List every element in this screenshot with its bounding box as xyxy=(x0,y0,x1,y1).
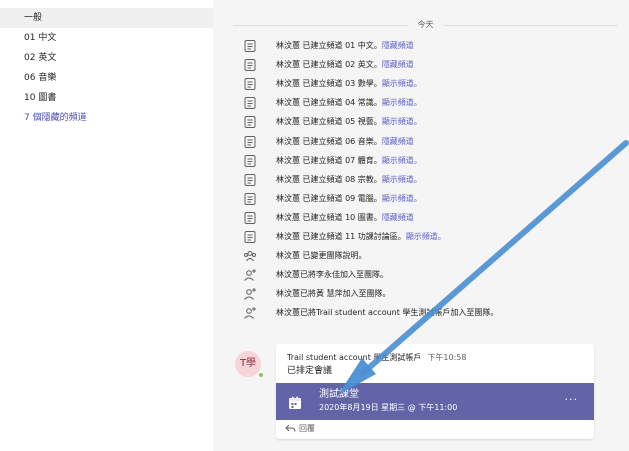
reply-label: 回覆 xyxy=(299,424,315,433)
meeting-message-card[interactable]: Trail student account 學生測試帳戶 下午10:58 已排定會… xyxy=(276,344,594,439)
channel-visibility-link[interactable]: 顯示頻道。 xyxy=(382,156,422,165)
system-message-body: 林汶蕙 已建立頻道 04 常識。 xyxy=(276,98,382,108)
system-message-text: 林汶蕙 已建立頻道 08 宗教。顯示頻道。 xyxy=(276,171,422,189)
system-message-text: 林汶蕙 已建立頻道 07 體育。顯示頻道。 xyxy=(276,152,422,170)
add-person-icon xyxy=(243,268,257,282)
system-message-body: 林汶蕙 已建立頻道 10 圖書。 xyxy=(276,212,382,222)
system-message-text: 林汶蕙 已建立頻道 03 數學。顯示頻道。 xyxy=(276,75,422,93)
calendar-icon xyxy=(288,395,302,409)
channel-item-general[interactable]: 一般 xyxy=(0,8,213,28)
channel-icon xyxy=(243,96,257,110)
channel-icon xyxy=(243,77,257,91)
channel-item-music[interactable]: 06 音樂 xyxy=(0,68,213,88)
system-message-body: 林汶蕙 已建立頻道 11 功課討論區。 xyxy=(276,232,406,241)
system-message-body: 林汶蕙 已建立頻道 08 宗教。 xyxy=(276,174,382,184)
system-message-body: 林汶蕙 已建立頻道 01 中文。 xyxy=(276,41,382,50)
message-subtitle: 已排定會議 xyxy=(287,366,333,376)
channel-icon xyxy=(243,115,257,129)
system-message-text: 林汶蕙已將李永佳加入至團隊。 xyxy=(276,266,388,284)
system-message-row: 林汶蕙 已變更團隊說明。 xyxy=(243,247,613,265)
presence-indicator xyxy=(257,371,265,379)
add-person-icon xyxy=(243,287,257,301)
system-message-text: 林汶蕙 已建立頻道 11 功課討論區。顯示頻道。 xyxy=(276,228,446,246)
channel-list: 一般 01 中文 02 英文 06 音樂 10 圖書 7 個隱藏的頻道 xyxy=(0,0,213,451)
channel-visibility-link[interactable]: 顯示頻道。 xyxy=(382,194,422,203)
system-message-body: 林汶蕙 已建立頻道 03 數學。 xyxy=(276,79,382,89)
system-message-row: 林汶蕙 已建立頻道 05 視藝。顯示頻道。 xyxy=(243,113,613,131)
more-options-button[interactable]: ··· xyxy=(565,393,579,407)
message-time: 下午10:58 xyxy=(427,353,467,362)
meeting-banner[interactable]: 測試課堂 2020年8月19日 星期三 @ 下午11:00 ··· xyxy=(276,383,594,420)
system-message-row: 林汶蕙 已建立頻道 11 功課討論區。顯示頻道。 xyxy=(243,228,613,246)
channel-visibility-link[interactable]: 顯示頻道。 xyxy=(382,117,422,126)
channel-icon xyxy=(243,173,257,187)
system-message-row: 林汶蕙 已建立頻道 04 常識。顯示頻道。 xyxy=(243,94,613,112)
system-message-text: 林汶蕙 已建立頻道 09 電腦。顯示頻道。 xyxy=(276,190,422,208)
team-icon xyxy=(243,249,257,263)
meeting-title[interactable]: 測試課堂 xyxy=(319,388,359,401)
system-message-row: 林汶蕙 已建立頻道 03 數學。顯示頻道。 xyxy=(243,75,613,93)
channel-visibility-link[interactable]: 隱藏頻道 xyxy=(382,137,414,146)
system-message-row: 林汶蕙 已建立頻道 10 圖書。隱藏頻道 xyxy=(243,209,613,227)
system-message-row: 林汶蕙 已建立頻道 01 中文。隱藏頻道 xyxy=(243,37,613,55)
message-header: Trail student account 學生測試帳戶 下午10:58 xyxy=(287,352,467,364)
add-person-icon xyxy=(243,306,257,320)
system-message-body: 林汶蕙 已建立頻道 09 電腦。 xyxy=(276,193,382,203)
system-message-row: 林汶蕙已將黃 慧萍加入至團隊。 xyxy=(243,285,613,303)
system-message-row: 林汶蕙已將李永佳加入至團隊。 xyxy=(243,266,613,284)
reply-icon xyxy=(285,424,296,432)
date-separator: 今天 xyxy=(233,19,618,31)
system-message-body: 林汶蕙 已建立頻道 05 視藝。 xyxy=(276,117,382,127)
system-message-text: 林汶蕙 已變更團隊說明。 xyxy=(276,247,367,265)
system-message-body: 林汶蕙已將李永佳加入至團隊。 xyxy=(276,270,388,280)
system-message-text: 林汶蕙 已建立頻道 10 圖書。隱藏頻道 xyxy=(276,209,414,227)
channel-item-library[interactable]: 10 圖書 xyxy=(0,88,213,108)
channel-visibility-link[interactable]: 隱藏頻道 xyxy=(382,60,414,69)
channel-item-english[interactable]: 02 英文 xyxy=(0,48,213,68)
channel-icon xyxy=(243,211,257,225)
system-message-text: 林汶蕙 已建立頻道 01 中文。隱藏頻道 xyxy=(276,37,414,55)
channel-item-chinese[interactable]: 01 中文 xyxy=(0,28,213,48)
sender-name[interactable]: Trail student account 學生測試帳戶 xyxy=(287,353,421,362)
system-message-row: 林汶蕙已將Trail student account 學生測試帳戶加入至團隊。 xyxy=(243,304,613,322)
channel-icon xyxy=(243,58,257,72)
channel-icon xyxy=(243,135,257,149)
meeting-datetime: 2020年8月19日 星期三 @ 下午11:00 xyxy=(319,403,458,412)
system-message-row: 林汶蕙 已建立頻道 09 電腦。顯示頻道。 xyxy=(243,190,613,208)
hidden-channels-link[interactable]: 7 個隱藏的頻道 xyxy=(0,108,213,128)
system-message-row: 林汶蕙 已建立頻道 08 宗教。顯示頻道。 xyxy=(243,171,613,189)
system-message-row: 林汶蕙 已建立頻道 02 英文。隱藏頻道 xyxy=(243,56,613,74)
system-message-text: 林汶蕙已將Trail student account 學生測試帳戶加入至團隊。 xyxy=(276,304,498,322)
channel-visibility-link[interactable]: 隱藏頻道 xyxy=(382,41,414,50)
system-message-body: 林汶蕙 已變更團隊說明。 xyxy=(276,251,367,261)
channel-icon xyxy=(243,230,257,244)
channel-icon xyxy=(243,39,257,53)
system-message-body: 林汶蕙已將Trail student account 學生測試帳戶加入至團隊。 xyxy=(276,308,499,318)
system-message-text: 林汶蕙 已建立頻道 02 英文。隱藏頻道 xyxy=(276,56,414,74)
channel-icon xyxy=(243,192,257,206)
system-message-row: 林汶蕙 已建立頻道 06 音樂。隱藏頻道 xyxy=(243,133,613,151)
system-message-text: 林汶蕙 已建立頻道 05 視藝。顯示頻道。 xyxy=(276,113,422,131)
channel-visibility-link[interactable]: 顯示頻道。 xyxy=(382,98,422,107)
system-message-text: 林汶蕙 已建立頻道 06 音樂。隱藏頻道 xyxy=(276,133,414,151)
channel-visibility-link[interactable]: 隱藏頻道 xyxy=(382,213,414,222)
system-message-body: 林汶蕙 已建立頻道 02 英文。 xyxy=(276,60,382,70)
system-message-body: 林汶蕙 已建立頻道 06 音樂。 xyxy=(276,136,382,146)
system-message-body: 林汶蕙 已建立頻道 07 體育。 xyxy=(276,155,382,165)
channel-visibility-link[interactable]: 顯示頻道。 xyxy=(382,79,422,88)
date-separator-label: 今天 xyxy=(407,19,444,31)
channel-icon xyxy=(243,154,257,168)
system-message-text: 林汶蕙 已建立頻道 04 常識。顯示頻道。 xyxy=(276,94,422,112)
reply-button[interactable]: 回覆 xyxy=(285,423,315,435)
system-message-text: 林汶蕙已將黃 慧萍加入至團隊。 xyxy=(276,285,391,303)
channel-visibility-link[interactable]: 顯示頻道。 xyxy=(382,175,422,184)
system-message-row: 林汶蕙 已建立頻道 07 體育。顯示頻道。 xyxy=(243,152,613,170)
channel-visibility-link[interactable]: 顯示頻道。 xyxy=(406,232,446,241)
system-message-body: 林汶蕙已將黃 慧萍加入至團隊。 xyxy=(276,289,391,299)
